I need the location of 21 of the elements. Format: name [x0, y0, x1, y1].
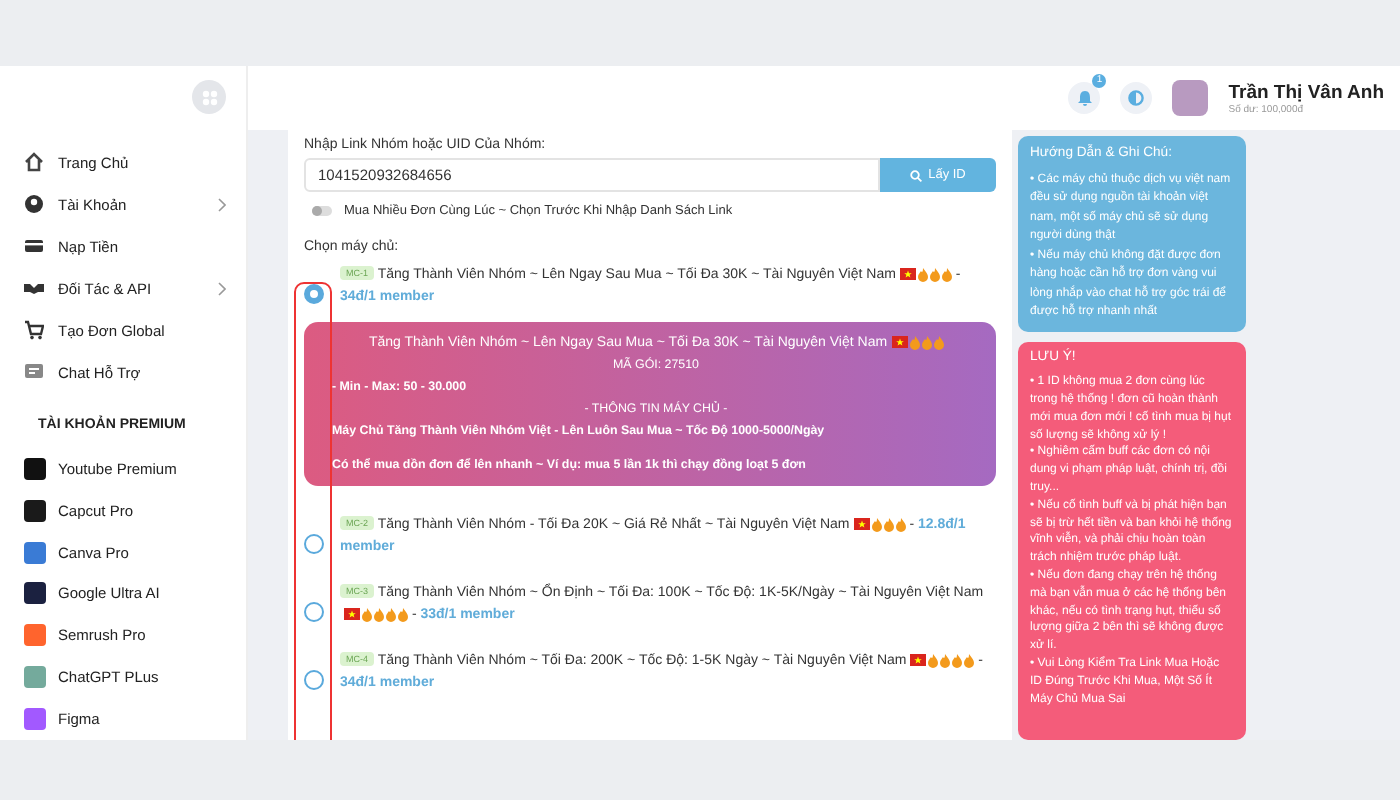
cart-icon: [24, 320, 44, 341]
user-icon: [24, 194, 44, 215]
flag-icon: [899, 268, 916, 280]
grid-icon: [201, 89, 217, 106]
half-circle-icon: [1128, 90, 1145, 106]
radio-button[interactable]: [304, 670, 324, 690]
toggle-switch[interactable]: [312, 206, 332, 216]
avatar: [1172, 80, 1209, 116]
home-icon: [24, 152, 44, 173]
flag-icon: [853, 518, 870, 530]
flag-icon: [891, 336, 908, 348]
flag-icon: [910, 654, 927, 666]
radio-button[interactable]: [304, 602, 324, 622]
user-name: Trần Thị Vân Anh: [1228, 81, 1384, 103]
theme-toggle-button[interactable]: [1120, 82, 1153, 114]
search-icon: [910, 169, 923, 181]
radio-button[interactable]: [304, 284, 324, 304]
radio-button[interactable]: [304, 534, 324, 554]
chat-icon: [24, 362, 44, 383]
flag-icon: [344, 608, 360, 620]
bell-icon: [1077, 90, 1092, 106]
